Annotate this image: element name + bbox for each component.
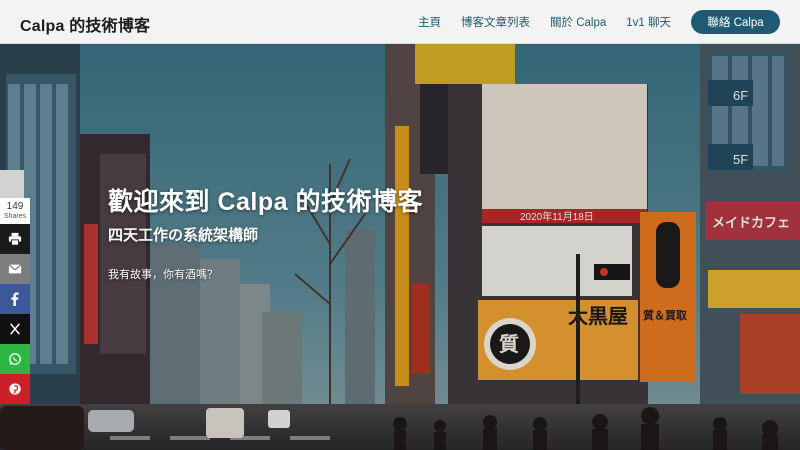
facebook-share-button[interactable] [0,284,30,314]
pinterest-icon [9,383,21,395]
x-twitter-icon [10,323,20,335]
nav-link-posts[interactable]: 博客文章列表 [461,14,530,30]
email-icon [8,264,22,274]
x-share-button[interactable] [0,314,30,344]
share-count-label: Shares [3,213,27,220]
share-count-number: 149 [6,201,24,212]
nav-link-chat[interactable]: 1v1 聊天 [626,14,671,30]
pinterest-share-button[interactable] [0,374,30,404]
main-nav: 主頁 博客文章列表 關於 Calpa 1v1 聊天 聯絡 Calpa [398,10,780,34]
email-share-button[interactable] [0,254,30,284]
hero-subtitle: 四天工作の系統架構師 [108,227,259,244]
hero-overlay [0,44,800,450]
facebook-icon [11,292,19,306]
print-icon [8,232,22,246]
print-button[interactable] [0,224,30,254]
nav-link-about[interactable]: 關於 Calpa [550,14,606,30]
site-header: Calpa 的技術博客 主頁 博客文章列表 關於 Calpa 1v1 聊天 聯絡… [0,0,800,44]
nav-link-home[interactable]: 主頁 [418,14,441,30]
hero-title: 歡迎來到 Calpa 的技術博客 [108,188,423,216]
share-count: 149 Shares [0,198,30,224]
hero-section: 2020年11月18日 質 大黒屋 質＆買取 6F 5F メイドカフェ 歡迎來到… [0,44,800,450]
whatsapp-icon [9,353,21,366]
hero-tagline: 我有故事，你有酒嗎？ [108,269,218,281]
whatsapp-share-button[interactable] [0,344,30,374]
contact-button[interactable]: 聯絡 Calpa [691,10,780,34]
site-brand[interactable]: Calpa 的技術博客 [20,12,150,36]
social-share-bar: 149 Shares [0,198,30,404]
